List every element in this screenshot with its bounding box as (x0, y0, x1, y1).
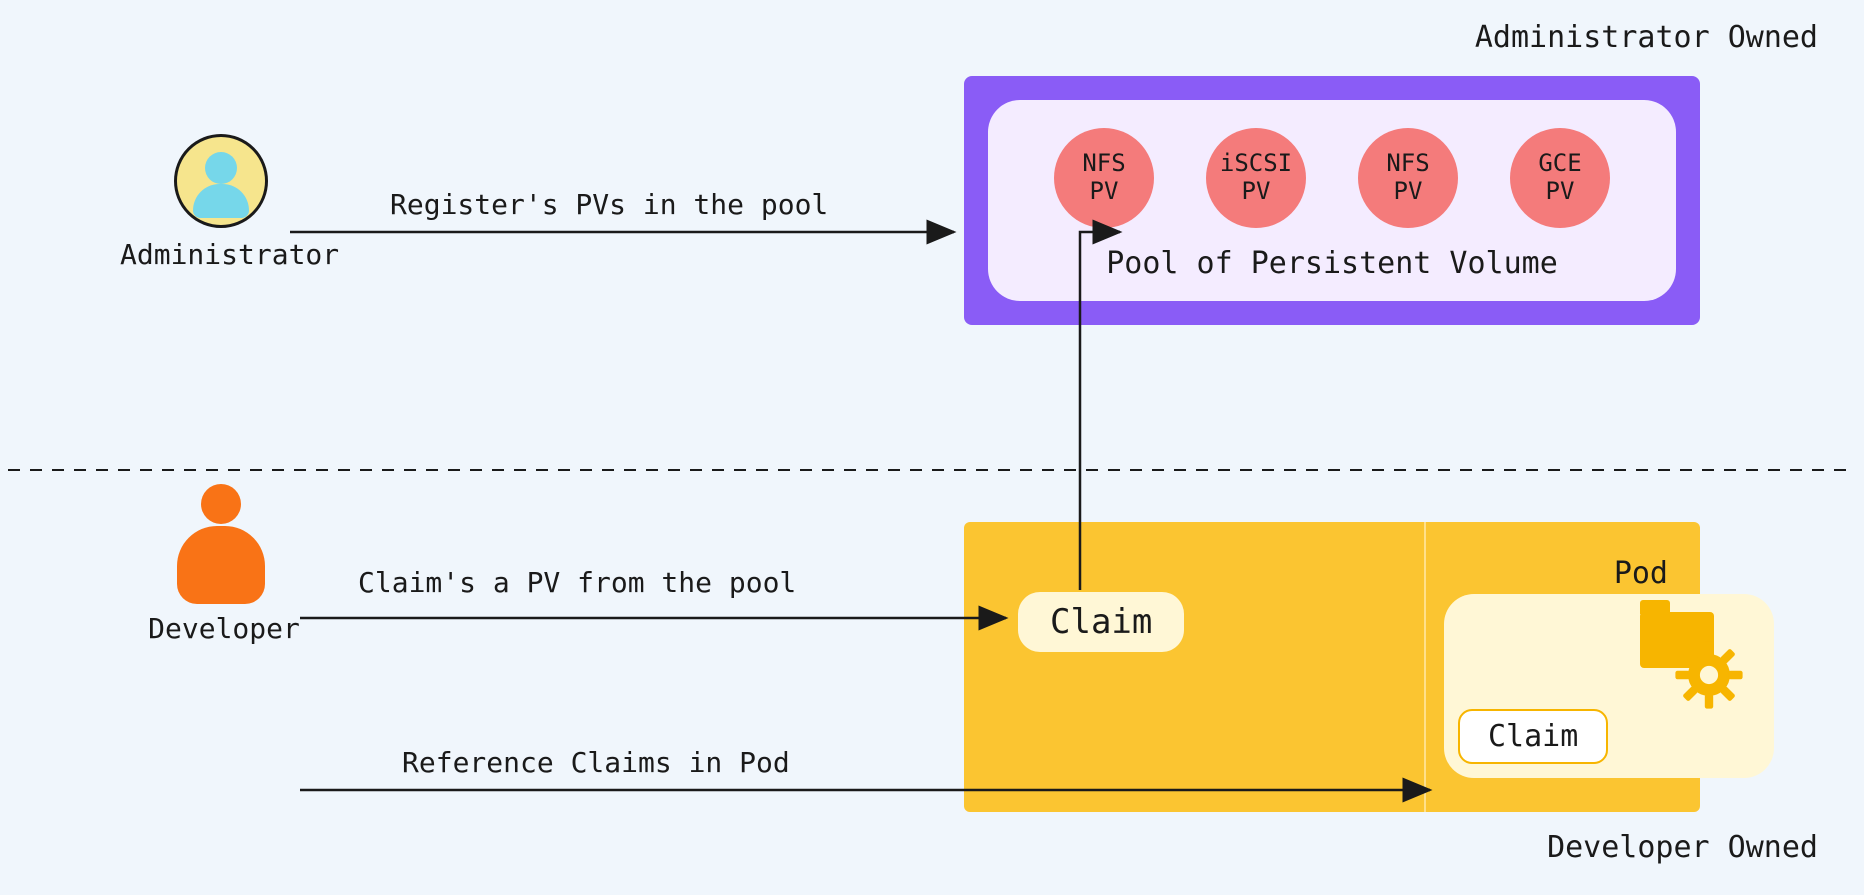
arrow-claim-label: Claim's a PV from the pool (354, 566, 800, 599)
administrator-label: Administrator (120, 238, 322, 271)
pool-container: NFS PV iSCSI PV NFS PV GCE PV Pool of Pe… (964, 76, 1700, 325)
developer-label: Developer (144, 612, 304, 645)
pv-kind: PV (1242, 178, 1271, 206)
arrow-ref-label: Reference Claims in Pod (398, 746, 794, 779)
pv-kind: PV (1394, 178, 1423, 206)
pv-type: NFS (1082, 150, 1125, 178)
divider (1424, 522, 1426, 812)
pv-type: NFS (1386, 150, 1429, 178)
administrator-icon (174, 134, 268, 228)
pod-claim-box: Claim (1458, 709, 1608, 764)
pv-kind: PV (1546, 178, 1575, 206)
pv-type: iSCSI (1220, 150, 1292, 178)
pv-type: GCE (1538, 150, 1581, 178)
pool-inner: NFS PV iSCSI PV NFS PV GCE PV Pool of Pe… (988, 100, 1676, 301)
dev-owned-label: Developer Owned (1547, 830, 1818, 865)
arrow-register-label: Register's PVs in the pool (386, 188, 832, 221)
pv-item: NFS PV (1054, 128, 1154, 228)
gear-icon (1674, 640, 1744, 710)
pod-label: Pod (1614, 556, 1668, 591)
admin-owned-label: Administrator Owned (1475, 20, 1818, 55)
pv-row: NFS PV iSCSI PV NFS PV GCE PV (1054, 128, 1610, 228)
pv-item: iSCSI PV (1206, 128, 1306, 228)
claim-box: Claim (1018, 592, 1184, 652)
diagram-canvas: Administrator Owned Administrator NFS PV… (0, 0, 1864, 895)
developer-icon (174, 484, 268, 604)
pool-title: Pool of Persistent Volume (1106, 246, 1558, 281)
developer-area: Claim Pod (964, 522, 1700, 812)
pv-kind: PV (1090, 178, 1119, 206)
pv-item: NFS PV (1358, 128, 1458, 228)
pv-item: GCE PV (1510, 128, 1610, 228)
pod-container: Claim (1444, 594, 1774, 778)
